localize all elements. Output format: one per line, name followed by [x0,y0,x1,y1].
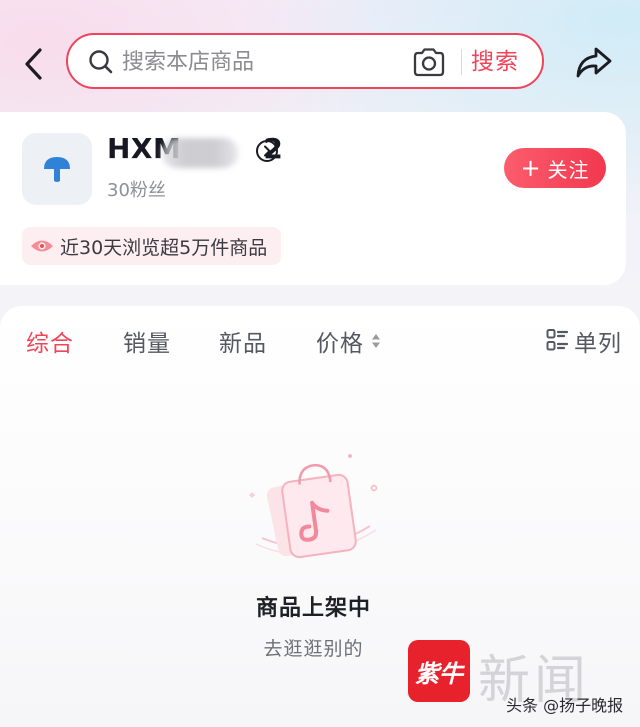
tab-sales[interactable]: 销量 [123,324,171,358]
list-layout-icon[interactable] [546,328,568,352]
sort-arrows-icon [372,334,380,348]
plus-icon: + [520,154,542,182]
back-button[interactable] [14,44,52,84]
follow-button[interactable]: + 关注 [504,148,606,188]
empty-state-title: 商品上架中 [255,596,371,621]
chevron-left-icon [25,48,42,80]
camera-icon[interactable] [412,46,446,78]
chevron-right-circle-icon[interactable] [255,139,279,163]
sort-tabs: 综合 销量 新品 价格 单列 [0,324,640,364]
shop-logo-icon [44,157,70,182]
name-redaction-blur [162,138,238,168]
top-bar: 搜索 [0,30,640,96]
search-input[interactable] [120,43,404,81]
search-box[interactable]: 搜索 [66,33,544,89]
views-text: 近30天浏览超5万件商品 [60,236,268,259]
watermark-logo: 紫牛 [408,640,470,702]
tab-comprehensive[interactable]: 综合 [26,324,74,358]
layout-toggle-label[interactable]: 单列 [574,324,622,358]
share-icon[interactable] [574,44,614,82]
watermark-caption: 头条 @扬子晚报 [506,696,624,715]
follow-label: 关注 [547,157,590,182]
empty-bag-illustration [249,454,378,559]
search-icon [89,50,113,74]
tab-new[interactable]: 新品 [219,324,267,358]
search-divider [461,49,462,75]
tab-price[interactable]: 价格 [316,324,364,358]
shop-card: HXM 2 30粉丝 + 关注 近30天浏览超5万件商品 [0,112,626,285]
eye-icon [31,240,53,252]
views-badge: 近30天浏览超5万件商品 [22,227,282,265]
fans-count: 30粉丝 [107,180,166,201]
shop-logo[interactable] [22,133,92,205]
search-button[interactable]: 搜索 [471,45,519,79]
